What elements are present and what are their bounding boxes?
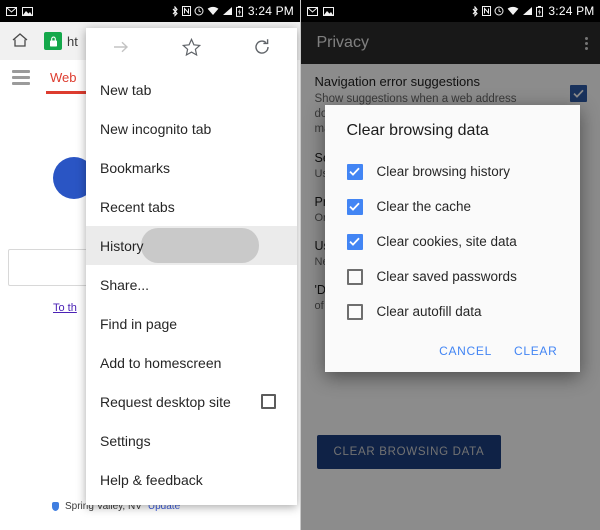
- clear-browsing-data-dialog: Clear browsing data Clear browsing histo…: [324, 105, 580, 372]
- menu-item-label: New tab: [100, 81, 152, 98]
- menu-item-bookmarks[interactable]: Bookmarks: [86, 148, 297, 187]
- wifi-icon: [507, 6, 519, 16]
- menu-item-find-in-page[interactable]: Find in page: [86, 304, 297, 343]
- status-bar-notifications: [301, 6, 334, 16]
- menu-item-help-feedback[interactable]: Help & feedback: [86, 460, 297, 499]
- status-bar-system-icons: 3:24 PM: [471, 4, 600, 18]
- omnibox[interactable]: ht: [44, 32, 78, 50]
- wifi-icon: [207, 6, 219, 16]
- bluetooth-icon: [471, 5, 479, 17]
- menu-quick-actions: [86, 28, 297, 66]
- gmail-icon: [306, 6, 318, 16]
- menu-item-label: History: [100, 237, 144, 254]
- status-bar-system-icons: 3:24 PM: [171, 4, 300, 18]
- alarm-icon: [494, 6, 504, 16]
- menu-item-label: New incognito tab: [100, 120, 212, 137]
- battery-icon: [235, 5, 243, 17]
- menu-item-label: Bookmarks: [100, 159, 171, 176]
- menu-item-label: Request desktop site: [100, 393, 231, 410]
- dialog-option-label: Clear the cache: [376, 199, 472, 214]
- location-pin-icon: [52, 502, 59, 511]
- status-bar-clock: 3:24 PM: [247, 4, 294, 18]
- dialog-actions: CANCEL CLEAR: [325, 329, 580, 366]
- cancel-button[interactable]: CANCEL: [439, 344, 492, 358]
- menu-item-share[interactable]: Share...: [86, 265, 297, 304]
- menu-item-request-desktop-site[interactable]: Request desktop site: [86, 382, 297, 421]
- alarm-icon: [194, 6, 204, 16]
- screenshot-icon: [22, 6, 33, 16]
- menu-item-label: Share...: [100, 276, 150, 293]
- bookmark-star-icon[interactable]: [178, 34, 204, 60]
- forward-icon[interactable]: [108, 34, 134, 60]
- request-desktop-site-checkbox[interactable]: [261, 393, 276, 409]
- menu-item-recent-tabs[interactable]: Recent tabs: [86, 187, 297, 226]
- dialog-option-clear-autofill-data[interactable]: Clear autofill data: [325, 294, 580, 329]
- menu-item-add-to-homescreen[interactable]: Add to homescreen: [86, 343, 297, 382]
- dialog-title: Clear browsing data: [346, 122, 489, 139]
- page-link[interactable]: To th: [53, 302, 77, 314]
- status-bar-clock: 3:24 PM: [548, 4, 595, 18]
- bluetooth-icon: [171, 5, 179, 17]
- dialog-option-clear-the-cache[interactable]: Clear the cache: [325, 189, 580, 224]
- battery-icon: [536, 5, 544, 17]
- nfc-icon: [181, 6, 191, 16]
- screenshot-icon: [322, 6, 334, 16]
- menu-item-new-incognito-tab[interactable]: New incognito tab: [86, 109, 297, 148]
- dialog-option-label: Clear saved passwords: [376, 269, 517, 284]
- dialog-option-label: Clear autofill data: [376, 304, 482, 319]
- omnibox-url: ht: [67, 33, 78, 49]
- signal-icon: [522, 6, 533, 16]
- status-bar-notifications: [0, 6, 33, 16]
- dialog-option-clear-browsing-history[interactable]: Clear browsing history: [325, 154, 580, 189]
- dialog-option-label: Clear cookies, site data: [376, 234, 517, 249]
- menu-item-label: Recent tabs: [100, 198, 175, 215]
- gmail-icon: [6, 6, 17, 16]
- menu-item-settings[interactable]: Settings: [86, 421, 297, 460]
- menu-item-new-tab[interactable]: New tab: [86, 70, 297, 109]
- chrome-overflow-menu: New tab New incognito tab Bookmarks Rece…: [86, 28, 297, 505]
- checkbox-checked-icon[interactable]: [346, 198, 363, 215]
- menu-item-label: Help & feedback: [100, 471, 203, 488]
- checkbox-unchecked-icon[interactable]: [346, 303, 363, 320]
- menu-item-label: Settings: [100, 432, 151, 449]
- home-icon[interactable]: [10, 30, 32, 52]
- right-screen-privacy-settings: 3:24 PM Privacy Navigation error suggest…: [300, 0, 600, 530]
- hamburger-icon[interactable]: [12, 69, 30, 85]
- checkbox-checked-icon[interactable]: [346, 233, 363, 250]
- menu-item-list: New tab New incognito tab Bookmarks Rece…: [86, 66, 297, 499]
- menu-item-label: Add to homescreen: [100, 354, 222, 371]
- dual-screenshot-container: 3:24 PM ht Web To th Spring Valley, NV U…: [0, 0, 600, 530]
- nfc-icon: [482, 6, 492, 16]
- touch-ripple: [141, 228, 259, 263]
- menu-item-label: Find in page: [100, 315, 178, 332]
- reload-icon[interactable]: [249, 34, 275, 60]
- checkbox-checked-icon[interactable]: [346, 163, 363, 180]
- clear-button[interactable]: CLEAR: [514, 344, 558, 358]
- tab-web[interactable]: Web: [46, 60, 86, 94]
- checkbox-unchecked-icon[interactable]: [346, 268, 363, 285]
- dialog-option-clear-cookies-site-data[interactable]: Clear cookies, site data: [325, 224, 580, 259]
- dialog-option-clear-saved-passwords[interactable]: Clear saved passwords: [325, 259, 580, 294]
- signal-icon: [222, 6, 233, 16]
- lock-icon: [44, 32, 62, 50]
- dialog-option-label: Clear browsing history: [376, 164, 511, 179]
- left-screen-chrome-menu: 3:24 PM ht Web To th Spring Valley, NV U…: [0, 0, 300, 530]
- status-bar-right: 3:24 PM: [300, 0, 600, 22]
- menu-item-history[interactable]: History: [86, 226, 297, 265]
- status-bar-left: 3:24 PM: [0, 0, 300, 22]
